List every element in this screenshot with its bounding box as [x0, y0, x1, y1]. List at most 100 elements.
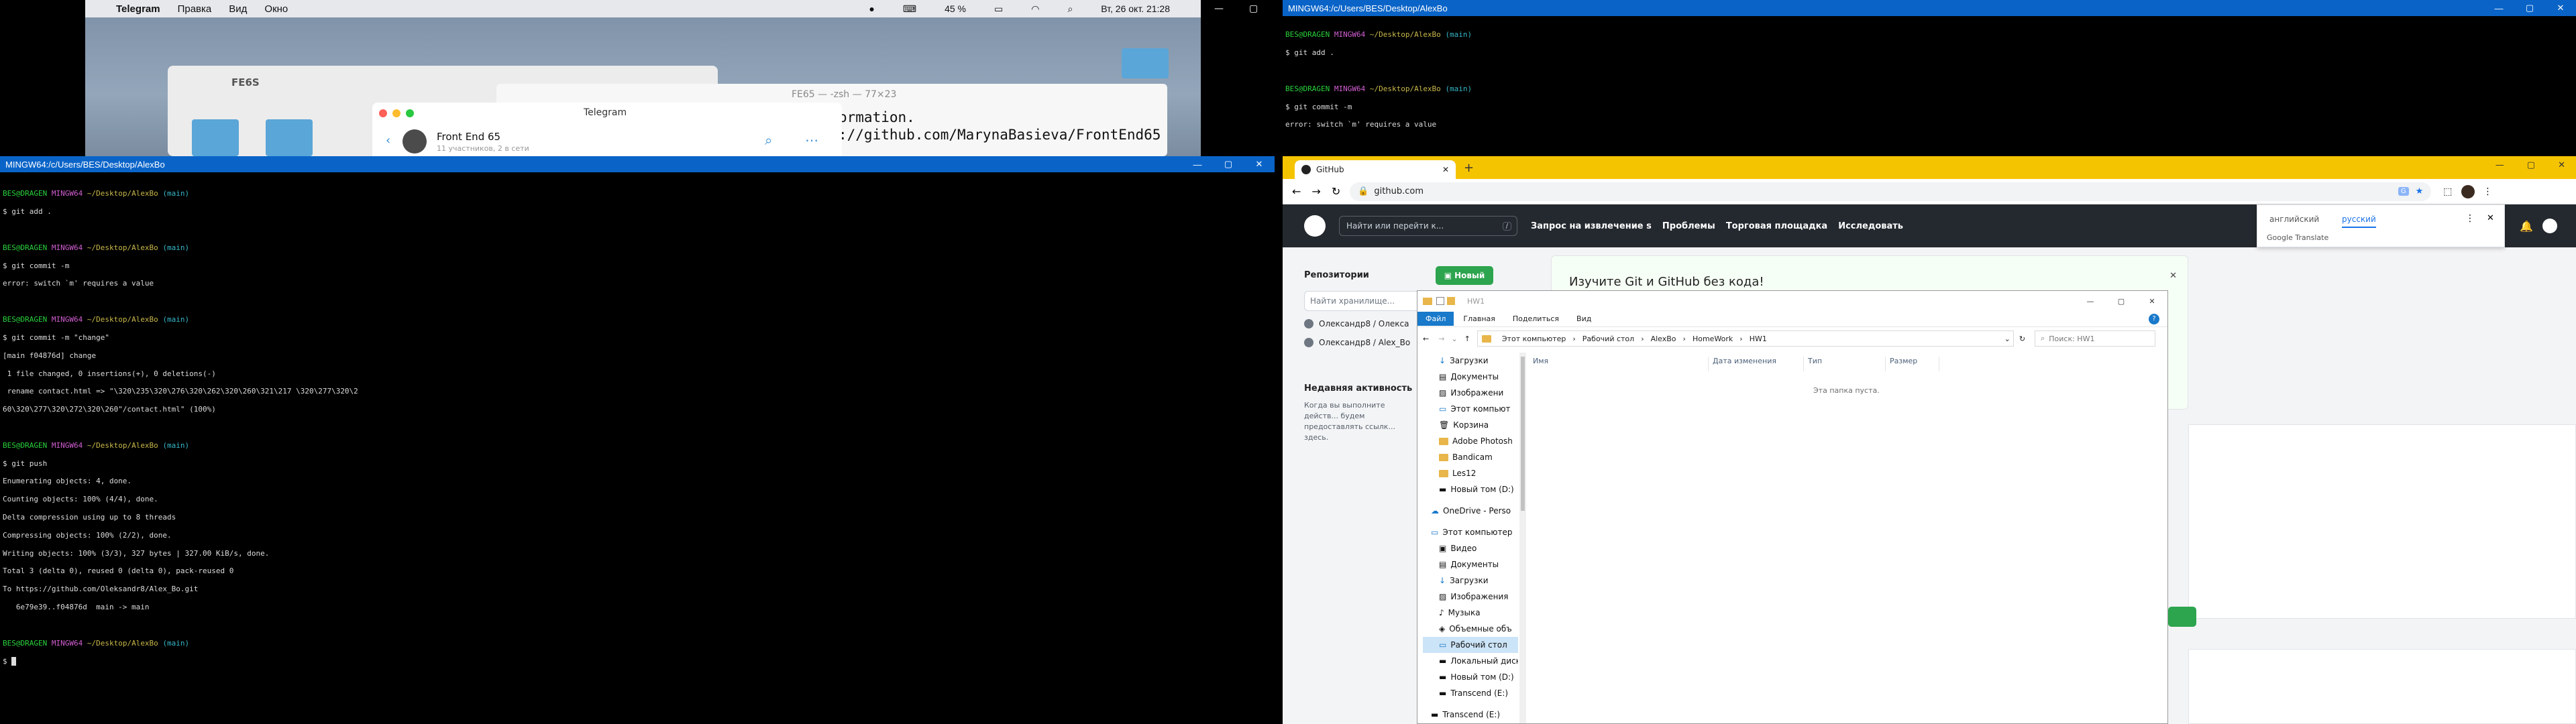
breadcrumb[interactable]: HomeWork	[1693, 335, 1733, 343]
sidebar-item[interactable]: ☁ OneDrive - Perso	[1423, 503, 1518, 519]
col-size[interactable]: Размер	[1886, 357, 1939, 371]
minimize-icon[interactable]: —	[1214, 3, 1224, 14]
chevron-down-icon[interactable]: ⌄	[2004, 335, 2010, 343]
close-icon[interactable]: ✕	[2137, 291, 2167, 311]
menu-telegram[interactable]: Telegram	[116, 3, 160, 15]
menu-window[interactable]: Окно	[264, 3, 288, 15]
finder-folder[interactable]	[192, 119, 239, 156]
search-icon[interactable]: ⌕	[1067, 3, 1073, 15]
menu-icon[interactable]: ⋮	[2483, 186, 2492, 197]
desktop-folder-icon[interactable]	[1122, 48, 1169, 78]
ribbon-file[interactable]: Файл	[1417, 312, 1454, 326]
sidebar-item[interactable]: Adobe Photosh	[1423, 433, 1518, 449]
search-input[interactable]: ⌕ Поиск: HW1	[2035, 330, 2156, 347]
telegram-icon[interactable]: ●	[869, 3, 874, 14]
recent-icon[interactable]: ⌄	[1451, 335, 1457, 343]
nav-issues[interactable]: Проблемы	[1662, 221, 1715, 231]
minimize-icon[interactable]: —	[1182, 156, 1213, 172]
more-icon[interactable]: ⋯	[805, 132, 818, 148]
help-icon[interactable]: ?	[2149, 313, 2159, 324]
back-icon[interactable]: ←	[1292, 185, 1301, 198]
breadcrumb[interactable]: HW1	[1750, 335, 1767, 343]
keyboard-icon[interactable]: ⌨	[903, 3, 916, 15]
finder-folder[interactable]	[266, 119, 313, 156]
sidebar-item[interactable]: ♪ Музыка	[1423, 605, 1518, 621]
sidebar-item[interactable]: ▤ Документы	[1423, 369, 1518, 385]
new-tab-button[interactable]: +	[1464, 161, 1474, 175]
search-icon[interactable]: ⌕	[765, 132, 772, 148]
close-icon[interactable]: ✕	[2545, 0, 2576, 16]
close-icon[interactable]: ✕	[1442, 165, 1449, 174]
minimize-icon[interactable]: —	[2075, 291, 2106, 311]
terminal-right[interactable]: BES@DRAGEN MINGW64 ~/Desktop/AlexBo (mai…	[1283, 16, 2576, 156]
back-icon[interactable]: ←	[1423, 335, 1429, 343]
avatar[interactable]	[2542, 219, 2557, 233]
maximize-icon[interactable]: ▢	[2514, 0, 2545, 16]
sidebar-item[interactable]: ◈ Объемные объ	[1423, 621, 1518, 637]
nav-explore[interactable]: Исследовать	[1838, 221, 1903, 231]
lang-english[interactable]: английский	[2269, 215, 2319, 224]
find-repo-input[interactable]: Найти хранилище...	[1304, 291, 1432, 311]
zoom-icon[interactable]	[406, 109, 414, 117]
maximize-icon[interactable]: ▢	[1213, 156, 1244, 172]
nav-pulls[interactable]: Запрос на извлечение s	[1531, 221, 1652, 231]
refresh-icon[interactable]: ↻	[2019, 335, 2025, 343]
col-date[interactable]: Дата изменения	[1709, 357, 1804, 371]
avatar[interactable]	[402, 129, 427, 154]
sidebar-item[interactable]: Bandicam	[1423, 449, 1518, 465]
tab-github[interactable]: GitHub ✕	[1295, 160, 1456, 179]
menu-view[interactable]: Вид	[229, 3, 247, 15]
sidebar-item[interactable]: ▬ Transcend (E:)	[1423, 707, 1518, 723]
github-search[interactable]: Найти или перейти к... /	[1339, 216, 1517, 236]
close-icon[interactable]: ✕	[1244, 156, 1275, 172]
notifications-icon[interactable]: 🔔	[2520, 220, 2533, 233]
battery-text[interactable]: 45 %	[945, 3, 966, 14]
github-logo-icon[interactable]	[1304, 215, 1326, 237]
sidebar-item[interactable]: ▨ Изображения	[1423, 589, 1518, 605]
sidebar-item[interactable]: ▭ Этот компьютер	[1423, 524, 1518, 540]
breadcrumb[interactable]: AlexBo	[1651, 335, 1676, 343]
minimize-icon[interactable]	[392, 109, 400, 117]
forward-icon[interactable]: →	[1438, 335, 1444, 343]
close-icon[interactable]: ✕	[2558, 160, 2565, 170]
sidebar-item[interactable]: Les12	[1423, 465, 1518, 481]
sidebar-item[interactable]: ▬ Transcend (E:)	[1423, 685, 1518, 701]
sidebar-item[interactable]: ▤ Документы	[1423, 556, 1518, 572]
maximize-icon[interactable]: ▢	[1249, 3, 1258, 14]
terminal-left[interactable]: BES@DRAGEN MINGW64 ~/Desktop/AlexBo (mai…	[0, 172, 1275, 724]
minimize-icon[interactable]: —	[2483, 0, 2514, 16]
sidebar-item[interactable]: ↓ Загрузки	[1423, 572, 1518, 589]
ribbon-share[interactable]: Поделиться	[1513, 314, 1559, 323]
more-icon[interactable]: ⋮	[2465, 213, 2475, 224]
extensions-icon[interactable]: ⬚	[2443, 186, 2452, 197]
chat-name[interactable]: Front End 65	[437, 131, 500, 143]
ribbon-view[interactable]: Вид	[1576, 314, 1591, 323]
close-icon[interactable]	[379, 109, 387, 117]
sidebar-item[interactable]: ▣ Видео	[1423, 540, 1518, 556]
quick-access-icon[interactable]	[1447, 297, 1455, 305]
translate-icon[interactable]: G	[2398, 187, 2409, 196]
star-icon[interactable]: ★	[2416, 186, 2424, 196]
maximize-icon[interactable]: ▢	[2106, 291, 2137, 311]
sidebar-item[interactable]: ▬ Локальный диск	[1423, 653, 1518, 669]
omnibox[interactable]: 🔒 github.com G ★	[1350, 182, 2432, 201]
sidebar-item[interactable]: ▬ Новый том (D:)	[1423, 669, 1518, 685]
sidebar-item[interactable]: 🗑 Корзина	[1423, 417, 1518, 433]
address-path[interactable]: Этот компьютер › Рабочий стол › AlexBo › Ho…	[1477, 330, 2014, 347]
close-icon[interactable]: ✕	[2487, 213, 2494, 223]
col-type[interactable]: Тип	[1804, 357, 1886, 371]
sidebar-item[interactable]: ▨ Изображени	[1423, 385, 1518, 401]
col-name[interactable]: Имя	[1533, 357, 1709, 371]
minimize-icon[interactable]: —	[2496, 160, 2504, 170]
menu-edit[interactable]: Правка	[178, 3, 212, 15]
new-repo-button[interactable]: ▣ Новый	[1436, 266, 1493, 285]
sidebar-item-desktop[interactable]: ▭ Рабочий стол	[1423, 637, 1518, 653]
datetime[interactable]: Вт, 26 окт. 21:28	[1101, 3, 1170, 14]
up-icon[interactable]: ↑	[1464, 335, 1470, 343]
sidebar-item[interactable]: ▬ Новый том (D:)	[1423, 481, 1518, 497]
nav-marketplace[interactable]: Торговая площадка	[1726, 221, 1827, 231]
lock-icon[interactable]: 🔒	[1358, 186, 1368, 196]
maximize-icon[interactable]: ▢	[2527, 160, 2535, 170]
profile-icon[interactable]	[2461, 184, 2475, 198]
ribbon-home[interactable]: Главная	[1463, 314, 1495, 323]
